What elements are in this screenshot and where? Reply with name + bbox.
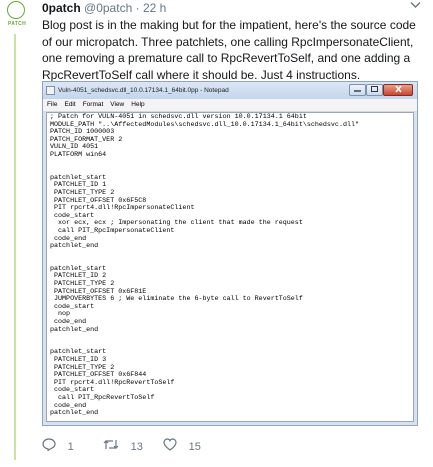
reply-action[interactable]: 1: [42, 438, 74, 454]
reply-icon[interactable]: [42, 438, 60, 454]
tweet-header: 0patch @0patch · 22 h: [42, 1, 166, 15]
heart-icon[interactable]: [163, 438, 181, 454]
avatar-label: PATCH: [8, 21, 26, 27]
notepad-text-area[interactable]: ; Patch for VULN-4051 in schedsvc.dll ve…: [46, 112, 414, 422]
retweet-count: 13: [130, 441, 143, 453]
retweet-action[interactable]: 13: [103, 438, 143, 454]
author-handle[interactable]: @0patch: [84, 1, 132, 15]
tweet-text: Blog post is in the making but for the i…: [42, 18, 416, 82]
reply-count: 1: [67, 441, 74, 453]
like-count: 15: [188, 441, 201, 453]
avatar[interactable]: [7, 1, 25, 19]
minimize-button[interactable]: [349, 84, 366, 96]
notepad-titlebar[interactable]: Vuln-4051_schedsvc.dll_10.0.17134.1_64bi…: [43, 82, 417, 99]
maximize-button[interactable]: [366, 84, 383, 96]
notepad-menubar: File Edit Format View Help: [43, 99, 417, 112]
avatar-rail: PATCH: [0, 0, 42, 467]
like-action[interactable]: 15: [163, 438, 201, 454]
menu-format[interactable]: Format: [83, 101, 104, 108]
menu-help[interactable]: Help: [131, 101, 144, 108]
thread-line: [14, 34, 16, 460]
notepad-icon: [46, 86, 55, 95]
notepad-content[interactable]: ; Patch for VULN-4051 in schedsvc.dll ve…: [47, 113, 413, 419]
chevron-down-icon[interactable]: [410, 0, 421, 12]
menu-edit[interactable]: Edit: [64, 101, 75, 108]
time-separator: ·: [135, 1, 140, 15]
tweet-time[interactable]: 22 h: [143, 1, 166, 15]
author-name[interactable]: 0patch: [42, 1, 81, 15]
menu-file[interactable]: File: [47, 101, 57, 108]
close-button[interactable]: [383, 84, 413, 96]
menu-view[interactable]: View: [110, 101, 124, 108]
notepad-window: Vuln-4051_schedsvc.dll_10.0.17134.1_64bi…: [42, 81, 418, 426]
retweet-icon[interactable]: [103, 439, 123, 454]
notepad-title: Vuln-4051_schedsvc.dll_10.0.17134.1_64bi…: [58, 87, 229, 94]
